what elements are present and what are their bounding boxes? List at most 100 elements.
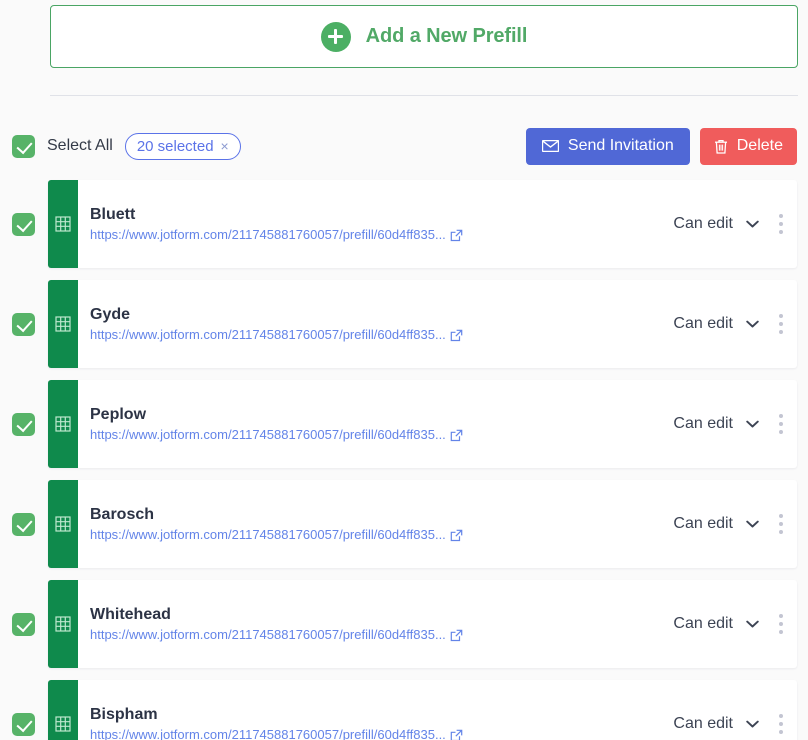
row-checkbox[interactable] xyxy=(12,213,35,236)
permission-label: Can edit xyxy=(673,315,733,332)
row-checkbox[interactable] xyxy=(12,413,35,436)
row-checkbox[interactable] xyxy=(12,613,35,636)
row-right: Can edit xyxy=(665,480,797,568)
row-card: Gyde https://www.jotform.com/21174588176… xyxy=(48,280,797,368)
grid-table-icon xyxy=(55,316,71,332)
external-link-icon[interactable] xyxy=(450,529,463,542)
prefill-list: Bluett https://www.jotform.com/211745881… xyxy=(0,180,808,740)
row-type-strip xyxy=(48,580,78,668)
table-row[interactable]: Peplow https://www.jotform.com/211745881… xyxy=(0,380,808,468)
permission-label: Can edit xyxy=(673,415,733,432)
row-name: Peplow xyxy=(90,405,147,423)
row-url-link[interactable]: https://www.jotform.com/211745881760057/… xyxy=(90,228,446,242)
send-invitation-button[interactable]: Send Invitation xyxy=(525,127,690,165)
row-url-link[interactable]: https://www.jotform.com/211745881760057/… xyxy=(90,328,446,342)
selection-toolbar: Select All 20 selected × Send Invitation xyxy=(0,124,808,168)
row-main: Bluett https://www.jotform.com/211745881… xyxy=(90,180,647,268)
trash-icon xyxy=(714,139,727,154)
row-main: Whitehead https://www.jotform.com/211745… xyxy=(90,580,647,668)
row-url-link[interactable]: https://www.jotform.com/211745881760057/… xyxy=(90,528,446,542)
row-url-line: https://www.jotform.com/211745881760057/… xyxy=(90,728,647,740)
permission-label: Can edit xyxy=(673,215,733,232)
row-right: Can edit xyxy=(665,580,797,668)
clear-selection-icon[interactable]: × xyxy=(221,139,229,153)
row-checkbox[interactable] xyxy=(12,713,35,736)
permission-dropdown[interactable]: Can edit xyxy=(665,711,765,737)
row-card: Whitehead https://www.jotform.com/211745… xyxy=(48,580,797,668)
external-link-icon[interactable] xyxy=(450,629,463,642)
chevron-down-icon xyxy=(746,720,759,728)
row-main: Barosch https://www.jotform.com/21174588… xyxy=(90,480,647,568)
grid-table-icon xyxy=(55,516,71,532)
row-right: Can edit xyxy=(665,180,797,268)
row-checkbox[interactable] xyxy=(12,513,35,536)
kebab-menu-icon[interactable] xyxy=(765,404,797,444)
external-link-icon[interactable] xyxy=(450,429,463,442)
external-link-icon[interactable] xyxy=(450,329,463,342)
permission-label: Can edit xyxy=(673,615,733,632)
kebab-menu-icon[interactable] xyxy=(765,604,797,644)
table-row[interactable]: Gyde https://www.jotform.com/21174588176… xyxy=(0,280,808,368)
permission-dropdown[interactable]: Can edit xyxy=(665,611,765,637)
row-name: Bluett xyxy=(90,205,136,223)
selected-count-label: 20 selected xyxy=(136,137,214,155)
plus-circle-icon xyxy=(320,21,351,52)
kebab-menu-icon[interactable] xyxy=(765,204,797,244)
table-row[interactable]: Barosch https://www.jotform.com/21174588… xyxy=(0,480,808,568)
kebab-menu-icon[interactable] xyxy=(765,304,797,344)
table-row[interactable]: Bluett https://www.jotform.com/211745881… xyxy=(0,180,808,268)
permission-label: Can edit xyxy=(673,715,733,732)
kebab-menu-icon[interactable] xyxy=(765,704,797,740)
external-link-icon[interactable] xyxy=(450,229,463,242)
row-url-line: https://www.jotform.com/211745881760057/… xyxy=(90,528,647,542)
row-url-line: https://www.jotform.com/211745881760057/… xyxy=(90,228,647,242)
row-url-line: https://www.jotform.com/211745881760057/… xyxy=(90,428,647,442)
delete-button[interactable]: Delete xyxy=(699,127,797,165)
row-main: Bispham https://www.jotform.com/21174588… xyxy=(90,680,647,740)
row-name: Bispham xyxy=(90,705,158,723)
envelope-icon xyxy=(541,140,559,152)
row-name: Whitehead xyxy=(90,605,171,623)
select-all-checkbox[interactable] xyxy=(12,134,35,158)
permission-dropdown[interactable]: Can edit xyxy=(665,311,765,337)
select-all-group: Select All 20 selected × xyxy=(12,124,241,168)
row-url-line: https://www.jotform.com/211745881760057/… xyxy=(90,328,647,342)
toolbar-actions: Send Invitation Delete xyxy=(525,124,797,168)
table-row[interactable]: Whitehead https://www.jotform.com/211745… xyxy=(0,580,808,668)
external-link-icon[interactable] xyxy=(450,729,463,740)
add-new-prefill-button[interactable]: Add a New Prefill xyxy=(50,5,798,68)
permission-label: Can edit xyxy=(673,515,733,532)
chevron-down-icon xyxy=(746,320,759,328)
row-url-link[interactable]: https://www.jotform.com/211745881760057/… xyxy=(90,728,446,740)
grid-table-icon xyxy=(55,716,71,732)
chevron-down-icon xyxy=(746,420,759,428)
row-main: Peplow https://www.jotform.com/211745881… xyxy=(90,380,647,468)
row-url-link[interactable]: https://www.jotform.com/211745881760057/… xyxy=(90,428,446,442)
selected-count-chip[interactable]: 20 selected × xyxy=(124,132,241,160)
row-url-link[interactable]: https://www.jotform.com/211745881760057/… xyxy=(90,628,446,642)
send-invitation-label: Send Invitation xyxy=(567,137,674,154)
row-type-strip xyxy=(48,480,78,568)
table-row[interactable]: Bispham https://www.jotform.com/21174588… xyxy=(0,680,808,740)
grid-table-icon xyxy=(55,416,71,432)
chevron-down-icon xyxy=(746,620,759,628)
delete-label: Delete xyxy=(736,137,783,154)
row-checkbox[interactable] xyxy=(12,313,35,336)
row-right: Can edit xyxy=(665,280,797,368)
row-card: Barosch https://www.jotform.com/21174588… xyxy=(48,480,797,568)
row-url-line: https://www.jotform.com/211745881760057/… xyxy=(90,628,647,642)
row-card: Bispham https://www.jotform.com/21174588… xyxy=(48,680,797,740)
row-name: Barosch xyxy=(90,505,155,523)
grid-table-icon xyxy=(55,616,71,632)
permission-dropdown[interactable]: Can edit xyxy=(665,411,765,437)
chevron-down-icon xyxy=(746,220,759,228)
kebab-menu-icon[interactable] xyxy=(765,504,797,544)
prefill-manager-page: Add a New Prefill Select All 20 selected… xyxy=(0,0,808,740)
add-new-prefill-content: Add a New Prefill xyxy=(320,21,527,52)
row-right: Can edit xyxy=(665,380,797,468)
row-type-strip xyxy=(48,280,78,368)
row-main: Gyde https://www.jotform.com/21174588176… xyxy=(90,280,647,368)
permission-dropdown[interactable]: Can edit xyxy=(665,211,765,237)
row-type-strip xyxy=(48,180,78,268)
permission-dropdown[interactable]: Can edit xyxy=(665,511,765,537)
